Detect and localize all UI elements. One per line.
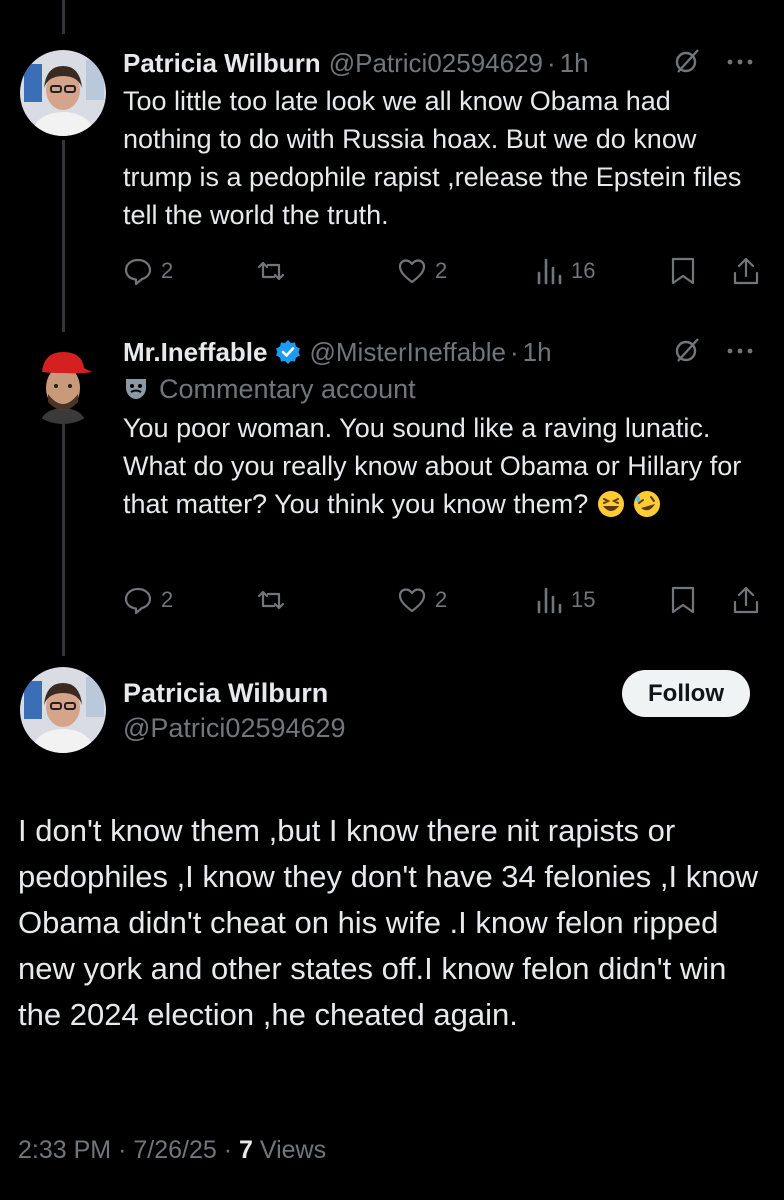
author-handle[interactable]: @Patrici02594629 (123, 713, 346, 744)
heart-icon (398, 588, 426, 613)
author-name[interactable]: Mr.Ineffable (123, 335, 267, 369)
timestamp[interactable]: 1h (560, 46, 589, 80)
avatar[interactable] (20, 667, 106, 753)
tweet-text: I don't know them ,but I know there nit … (18, 813, 759, 1032)
verified-badge-icon (275, 339, 301, 365)
separator-dot: · (509, 337, 519, 367)
more-options-icon[interactable] (726, 343, 754, 361)
reply-count: 2 (161, 587, 174, 612)
bookmark-button[interactable] (670, 256, 696, 286)
repost-button[interactable] (256, 256, 286, 286)
follow-button[interactable]: Follow (622, 670, 750, 717)
bookmark-button[interactable] (670, 585, 696, 615)
views-count: 7 (239, 1136, 253, 1164)
tweet-date[interactable]: 7/26/25 (133, 1136, 216, 1164)
tweet-actions: 2 2 16 (0, 251, 784, 291)
reply-icon (124, 587, 152, 615)
grinning-squinting-emoji-icon (596, 489, 626, 529)
author-name[interactable]: Patricia Wilburn (123, 46, 321, 80)
tweet-actions: 2 2 15 (0, 580, 784, 620)
rolling-laughing-emoji-icon (632, 489, 662, 529)
view-count: 15 (571, 587, 596, 612)
share-button[interactable] (732, 256, 760, 286)
thread-line-mid (62, 140, 65, 332)
share-icon (733, 586, 759, 614)
reply-button[interactable]: 2 (123, 256, 173, 286)
avatar[interactable] (20, 50, 106, 136)
like-button[interactable]: 2 (397, 585, 447, 615)
reply-icon (124, 258, 152, 286)
reply-tweet-1[interactable]: Patricia Wilburn @Patrici02594629 · 1h T… (123, 46, 754, 234)
repost-button[interactable] (256, 585, 286, 615)
views-label: Views (259, 1136, 327, 1164)
tweet-meta: 2:33 PM · 7/26/25 · 7 Views (18, 1136, 326, 1165)
bookmark-icon (671, 586, 695, 614)
reply-count: 2 (161, 258, 174, 283)
reply-button[interactable]: 2 (123, 585, 173, 615)
author-name[interactable]: Patricia Wilburn (123, 678, 328, 709)
like-count: 2 (435, 587, 448, 612)
commentary-label: Commentary account (123, 371, 754, 407)
timestamp[interactable]: 1h (523, 335, 552, 369)
views-button[interactable]: 15 (535, 586, 595, 614)
reply-tweet-2[interactable]: Mr.Ineffable @MisterIneffable · 1h Comme… (123, 335, 754, 529)
author-handle[interactable]: @MisterIneffable (309, 335, 505, 369)
more-options-icon[interactable] (726, 54, 754, 72)
theater-mask-icon (123, 376, 149, 402)
share-button[interactable] (732, 585, 760, 615)
like-button[interactable]: 2 (397, 256, 447, 286)
repost-icon (257, 590, 285, 610)
repost-icon (257, 261, 285, 281)
tweet-time[interactable]: 2:33 PM (18, 1136, 111, 1164)
share-icon (733, 257, 759, 285)
author-handle[interactable]: @Patrici02594629 (329, 46, 543, 80)
separator-dot: · (547, 48, 556, 78)
views-icon (537, 258, 562, 285)
thread-line-top (62, 0, 65, 34)
separator-dot: · (118, 1136, 134, 1164)
grok-icon[interactable] (672, 46, 702, 81)
bookmark-icon (671, 257, 695, 285)
grok-icon[interactable] (672, 335, 702, 370)
view-count: 16 (571, 258, 596, 283)
tweet-text: Too little too late look we all know Oba… (123, 86, 742, 230)
like-count: 2 (435, 258, 448, 283)
heart-icon (398, 259, 426, 284)
avatar[interactable] (20, 338, 106, 424)
views-button[interactable]: 16 (535, 257, 595, 285)
views-icon (537, 587, 562, 614)
thread-line-bottom (62, 424, 65, 656)
tweet-text: You poor woman. You sound like a raving … (123, 409, 754, 529)
separator-dot: · (223, 1136, 239, 1164)
label-text: Commentary account (159, 374, 416, 404)
